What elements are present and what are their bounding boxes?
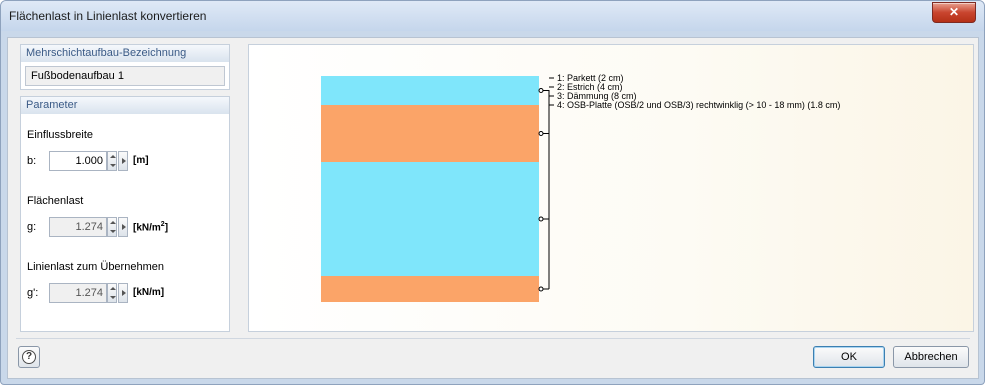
title-bar[interactable]: Flächenlast in Linienlast konvertieren ✕	[1, 1, 984, 31]
window-title: Flächenlast in Linienlast konvertieren	[9, 9, 207, 23]
line-load-input: 1.274	[49, 283, 107, 303]
bottom-divider	[16, 338, 970, 339]
layer-stack-graphic: 1: Parkett (2 cm)2: Estrich (4 cm)3: Däm…	[321, 73, 840, 302]
layer-name-field: Fußbodenaufbau 1	[25, 66, 225, 86]
area-load-pick-button	[118, 217, 128, 237]
arrow-right-icon	[122, 224, 126, 230]
area-load-symbol: g:	[27, 221, 37, 233]
arrow-right-icon	[122, 158, 126, 164]
width-symbol: b:	[27, 155, 37, 167]
layer-block-4	[321, 276, 539, 302]
leader-dot-2	[538, 131, 544, 136]
help-icon: ?	[22, 350, 36, 364]
width-input[interactable]: 1.000	[49, 151, 107, 171]
layer-block-3	[321, 162, 539, 276]
dialog-body: Mehrschichtaufbau-Bezeichnung Fußbodenau…	[7, 37, 979, 379]
line-load-pick-button	[118, 283, 128, 303]
arrow-right-icon	[122, 290, 126, 296]
close-icon: ✕	[948, 5, 960, 19]
width-stepper[interactable]	[107, 151, 117, 171]
line-load-title: Linienlast zum Übernehmen	[27, 261, 164, 273]
dialog-window: Flächenlast in Linienlast konvertieren ✕…	[0, 0, 985, 385]
layer-name-group: Mehrschichtaufbau-Bezeichnung Fußbodenau…	[20, 44, 230, 90]
width-title: Einflussbreite	[27, 129, 94, 141]
line-load-unit: [kN/m]	[133, 287, 165, 298]
line-load-symbol: g':	[27, 287, 39, 299]
area-load-stepper	[107, 217, 117, 237]
parameter-header: Parameter	[21, 97, 229, 114]
area-load-input: 1.274	[49, 217, 107, 237]
area-load-unit: [kN/m2]	[133, 221, 168, 233]
width-unit: [m]	[133, 155, 149, 166]
leader-dot-3	[538, 216, 544, 222]
leader-dot-4	[538, 286, 544, 292]
layer-block-1	[321, 76, 539, 105]
layer-name-header: Mehrschichtaufbau-Bezeichnung	[21, 45, 229, 62]
area-load-title: Flächenlast	[27, 195, 84, 207]
layer-label-4: 4: OSB-Platte (OSB/2 und OSB/3) rechtwin…	[557, 100, 840, 110]
layer-graphic-panel: 1: Parkett (2 cm) 2: Estrich (4 cm) 3: Däm…	[248, 44, 974, 332]
leader-dot-1	[538, 88, 544, 93]
help-button[interactable]: ?	[18, 346, 40, 368]
area-load-unit-base: [kN/m	[133, 222, 161, 234]
layer-block-2	[321, 105, 539, 162]
area-load-unit-close: ]	[164, 222, 169, 234]
cancel-button[interactable]: Abbrechen	[893, 346, 969, 368]
ok-button[interactable]: OK	[813, 346, 885, 368]
stepper-up-icon	[110, 287, 116, 290]
stepper-down-icon	[110, 296, 116, 299]
line-load-stepper	[107, 283, 117, 303]
width-pick-button[interactable]	[118, 151, 128, 171]
close-button[interactable]: ✕	[932, 2, 976, 23]
stepper-down-icon	[110, 230, 116, 233]
stepper-up-icon	[110, 221, 116, 224]
stepper-down-icon[interactable]	[110, 164, 116, 167]
parameter-group: Parameter Einflussbreite b: 1.000 [m] Fl…	[20, 96, 230, 332]
stepper-up-icon[interactable]	[110, 155, 116, 158]
